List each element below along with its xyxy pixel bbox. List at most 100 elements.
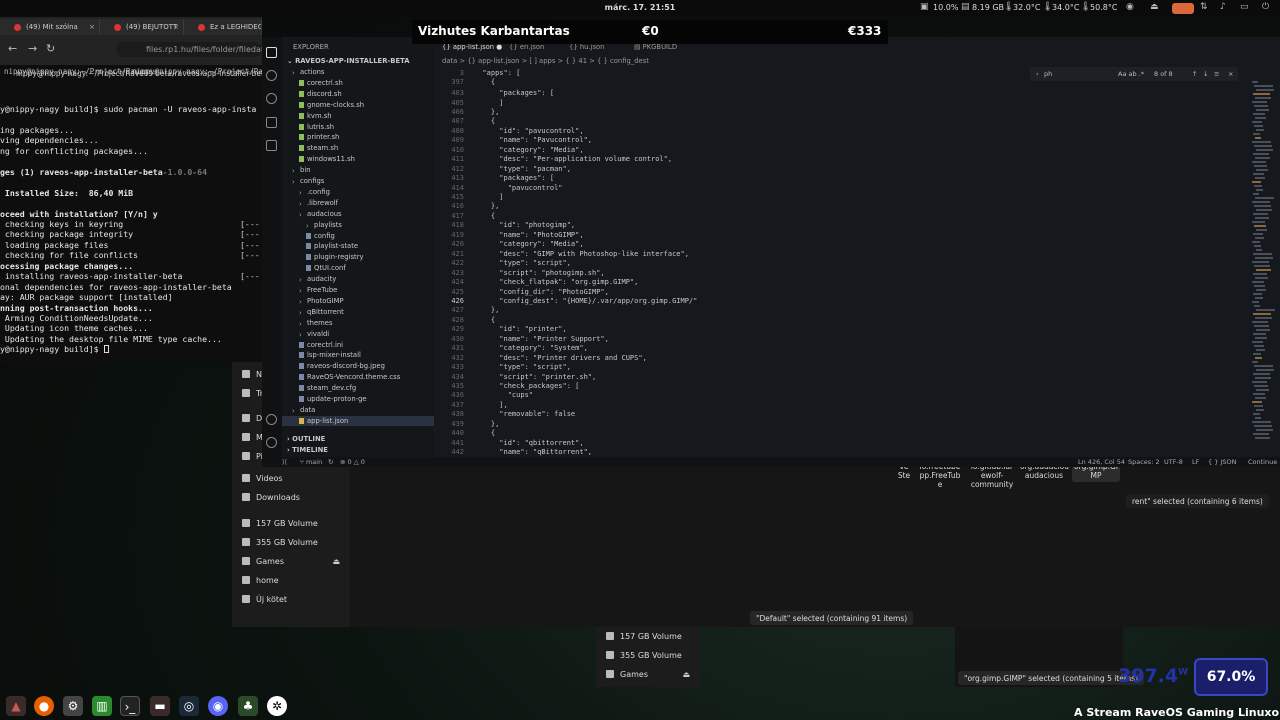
sidebar-item-partial[interactable]: N bbox=[242, 370, 262, 379]
app-icon[interactable]: ✲ bbox=[267, 696, 287, 716]
continue-indicator[interactable]: Continue bbox=[1248, 458, 1277, 466]
reload-icon[interactable]: ↻ bbox=[46, 42, 55, 55]
language-mode[interactable]: { } JSON bbox=[1208, 458, 1236, 466]
match-case-icon[interactable]: Aa ab .* bbox=[1118, 70, 1144, 78]
sidebar-item-home[interactable]: home bbox=[242, 576, 279, 585]
settings-gear-icon[interactable]: ⚙ bbox=[63, 696, 83, 716]
tree-folder[interactable]: › audacity bbox=[299, 275, 336, 284]
branch-indicator[interactable]: ⑂ main bbox=[300, 458, 322, 466]
code-line[interactable]: "script": "printer.sh", bbox=[474, 373, 596, 381]
tray-app-icon[interactable] bbox=[1172, 3, 1194, 14]
source-control-icon[interactable] bbox=[266, 93, 277, 104]
sidebar-item-games[interactable]: Games bbox=[606, 670, 648, 679]
account-icon[interactable] bbox=[266, 414, 277, 425]
sidebar-item-volume[interactable]: 355 GB Volume bbox=[242, 538, 318, 547]
tree-file[interactable]: update-proton-ge bbox=[299, 395, 367, 403]
tree-file[interactable]: app-list.json bbox=[299, 417, 348, 425]
code-line[interactable]: "type": "script", bbox=[474, 363, 571, 371]
back-icon[interactable]: ← bbox=[8, 42, 17, 55]
code-line[interactable]: }, bbox=[474, 202, 499, 210]
gear-icon[interactable] bbox=[266, 437, 277, 448]
sidebar-item-volume[interactable]: 355 GB Volume bbox=[606, 651, 682, 660]
tree-folder[interactable]: › configs bbox=[292, 177, 324, 186]
code-line[interactable]: "id": "photogimp", bbox=[474, 221, 575, 229]
code-line[interactable]: { bbox=[474, 78, 495, 86]
browser-tab[interactable]: Ez a LEGHIDEG bbox=[184, 19, 262, 35]
close-icon[interactable]: × bbox=[173, 23, 179, 31]
code-line[interactable]: }, bbox=[474, 306, 499, 314]
tree-folder[interactable]: › vivaldi bbox=[299, 330, 329, 339]
tree-folder[interactable]: › themes bbox=[299, 319, 333, 328]
outline-section[interactable]: › OUTLINE bbox=[287, 435, 325, 443]
steam-icon[interactable]: ◎ bbox=[179, 696, 199, 716]
arrow-up-icon[interactable]: ↑ bbox=[1192, 70, 1197, 78]
tree-file[interactable]: steam_dev.cfg bbox=[299, 384, 356, 392]
code-line[interactable]: "config_dest": "{HOME}/.var/app/org.gimp… bbox=[474, 297, 697, 305]
tree-folder[interactable]: › playlists bbox=[306, 221, 342, 230]
problems-indicator[interactable]: ⊗ 0 △ 0 bbox=[340, 458, 365, 466]
tree-file[interactable]: printer.sh bbox=[299, 133, 339, 141]
code-line[interactable]: "packages": [ bbox=[474, 174, 554, 182]
tree-file[interactable]: RaveOS-Vencord.theme.css bbox=[299, 373, 400, 381]
code-line[interactable]: "removable": false bbox=[474, 410, 575, 418]
code-line[interactable]: "name": "Printer Support", bbox=[474, 335, 609, 343]
sidebar-item-partial[interactable]: Pi bbox=[242, 452, 263, 461]
tree-file[interactable]: gnome-clocks.sh bbox=[299, 101, 364, 109]
code-line[interactable]: "check_packages": [ bbox=[474, 382, 579, 390]
code-line[interactable]: "name": "qBittorrent", bbox=[474, 448, 592, 456]
breadcrumb[interactable]: data > {} app-list.json > [ ] apps > { }… bbox=[442, 57, 649, 65]
run-debug-icon[interactable] bbox=[266, 117, 277, 128]
code-line[interactable]: { bbox=[474, 117, 495, 125]
sidebar-item-volume[interactable]: 157 GB Volume bbox=[242, 519, 318, 528]
tree-file[interactable]: raveos-discord-bg.jpeg bbox=[299, 362, 385, 370]
tree-folder[interactable]: › data bbox=[292, 406, 315, 415]
code-line[interactable]: "type": "pacman", bbox=[474, 165, 571, 173]
tree-file[interactable]: QtUI.conf bbox=[306, 264, 346, 272]
code-line[interactable]: "check_flatpak": "org.gimp.GIMP", bbox=[474, 278, 638, 286]
tree-file[interactable]: playlist-state bbox=[306, 242, 358, 250]
editor-area[interactable]: {} app-list.json ● {} en.json {} hu.json… bbox=[434, 37, 1280, 457]
sidebar-item-partial[interactable]: M bbox=[242, 433, 263, 442]
sidebar-item-videos[interactable]: Videos bbox=[242, 474, 283, 483]
close-icon[interactable]: × bbox=[89, 23, 95, 31]
tree-folder[interactable]: › .librewolf bbox=[299, 199, 338, 208]
tree-folder[interactable]: › .config bbox=[299, 188, 330, 197]
game-icon[interactable]: ♣ bbox=[238, 696, 258, 716]
chevron-icon[interactable]: › bbox=[1036, 70, 1039, 78]
upload-icon[interactable]: ⏏ bbox=[1150, 2, 1159, 12]
close-icon[interactable]: × bbox=[1228, 70, 1233, 78]
code-line[interactable]: "config_dir": "PhotoGIMP", bbox=[474, 288, 609, 296]
tree-file[interactable]: lutris.sh bbox=[299, 123, 334, 131]
text-editor-icon[interactable]: ▥ bbox=[92, 696, 112, 716]
tree-file[interactable]: corectrl.ini bbox=[299, 341, 343, 349]
tab-app-list-json[interactable]: {} app-list.json ● bbox=[442, 43, 502, 51]
sidebar-item-volume[interactable]: Új kötet bbox=[242, 595, 287, 604]
timeline-section[interactable]: › TIMELINE bbox=[287, 446, 328, 454]
tree-file[interactable]: discord.sh bbox=[299, 90, 342, 98]
cursor-position[interactable]: Ln 426, Col 54 bbox=[1078, 458, 1125, 466]
indent-setting[interactable]: Spaces: 2 bbox=[1128, 458, 1160, 466]
line-ending[interactable]: LF bbox=[1192, 458, 1199, 466]
sidebar-item-volume[interactable]: 157 GB Volume bbox=[606, 632, 682, 641]
browser-tab[interactable]: (49) BEJUTOTT × bbox=[100, 19, 184, 35]
terminal-window[interactable]: nippy@nippy-nagy:~/Project/Raveos- nippy… bbox=[0, 65, 286, 363]
media-icon[interactable]: ▬ bbox=[150, 696, 170, 716]
project-root[interactable]: ⌄ RAVEOS-APP-INSTALLER-BETA bbox=[287, 57, 409, 65]
code-line[interactable]: "name": "PhotoGIMP", bbox=[474, 231, 583, 239]
sync-icon[interactable]: ↻ bbox=[328, 458, 333, 466]
sidebar-item-partial[interactable]: D bbox=[242, 414, 262, 423]
code-line[interactable]: "pavucontrol" bbox=[474, 184, 563, 192]
code-line[interactable]: { bbox=[474, 316, 495, 324]
code-line[interactable]: "apps": [ bbox=[474, 69, 520, 77]
browser-tab[interactable]: (49) Mit szólna × bbox=[0, 19, 100, 35]
search-icon[interactable] bbox=[266, 70, 277, 81]
tree-file[interactable]: steam.sh bbox=[299, 144, 338, 152]
terminal-icon[interactable]: ›_ bbox=[120, 696, 140, 716]
code-line[interactable]: "category": "Media", bbox=[474, 146, 583, 154]
tree-folder[interactable]: › PhotoGIMP bbox=[299, 297, 344, 306]
tree-folder[interactable]: › audacious bbox=[299, 210, 342, 219]
code-line[interactable]: { bbox=[474, 429, 495, 437]
encoding[interactable]: UTF-8 bbox=[1164, 458, 1183, 466]
code-line[interactable]: "packages": [ bbox=[474, 89, 554, 97]
tree-file[interactable]: config bbox=[306, 232, 335, 240]
